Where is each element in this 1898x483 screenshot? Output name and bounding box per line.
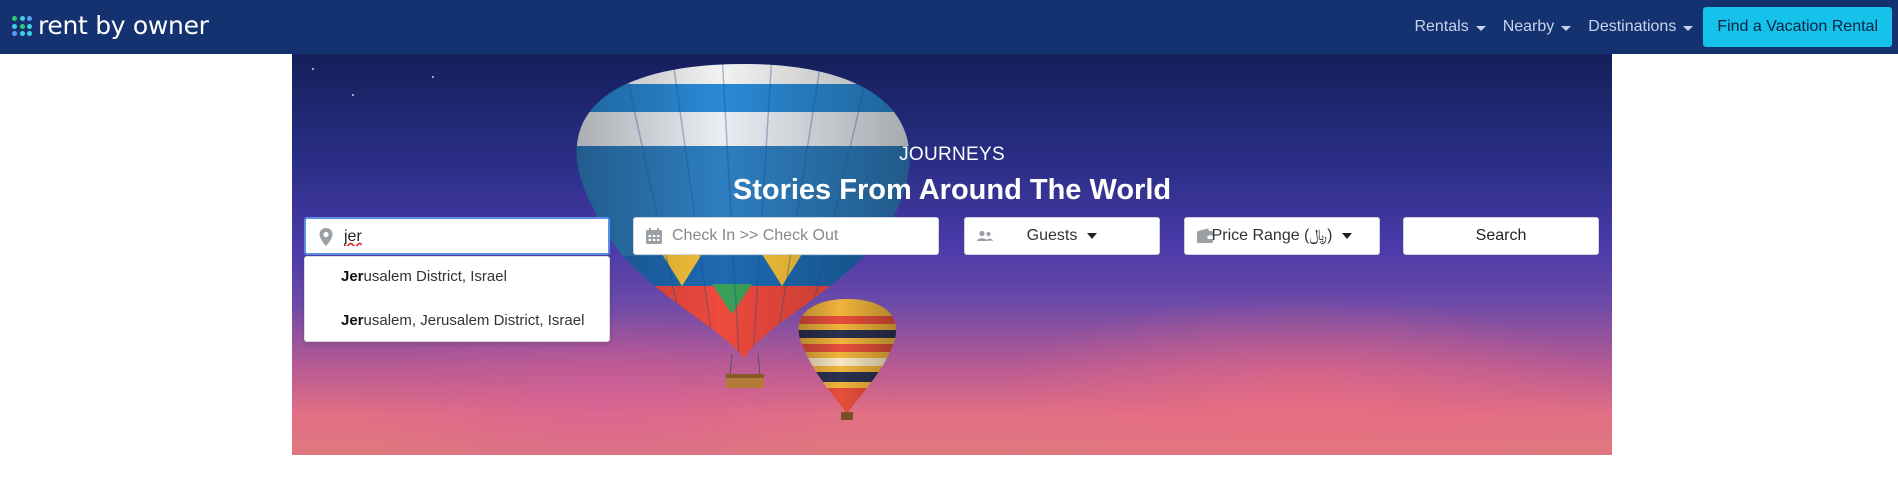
nav-item-rentals[interactable]: Rentals	[1414, 18, 1486, 36]
location-suggestions: Jerusalem District, Israel Jerusalem, Je…	[304, 256, 610, 342]
brand-name: rent by owner	[38, 11, 209, 40]
guests-label: Guests	[1026, 227, 1078, 244]
nav-item-nearby[interactable]: Nearby	[1503, 18, 1572, 36]
location-input[interactable]	[344, 225, 594, 249]
hero-banner: JOURNEYS Stories From Around The World j…	[292, 54, 1612, 455]
map-pin-icon	[319, 228, 333, 246]
hero-kicker: JOURNEYS	[899, 144, 1005, 165]
nav-links: Rentals Nearby Destinations Find a Vacat…	[1397, 0, 1898, 54]
suggestion-match: Jer	[341, 268, 364, 285]
suggestion-item[interactable]: Jerusalem District, Israel	[341, 268, 507, 285]
search-button[interactable]: Search	[1403, 217, 1599, 255]
price-range-select[interactable]: Price Range (﷼)	[1184, 217, 1380, 255]
dates-input[interactable]	[672, 224, 932, 248]
nav-item-label: Nearby	[1502, 18, 1555, 35]
nav-item-destinations[interactable]: Destinations	[1588, 18, 1694, 36]
guests-label-wrap: Guests	[965, 227, 1159, 245]
guests-select[interactable]: Guests	[964, 217, 1160, 255]
find-vacation-rental-button[interactable]: Find a Vacation Rental	[1703, 7, 1892, 47]
dates-field[interactable]	[633, 217, 939, 255]
top-navbar: rent by owner Rentals Nearby Destination…	[0, 0, 1898, 54]
caret-down-icon	[1342, 233, 1353, 239]
logo-dots-icon	[12, 16, 32, 36]
nav-item-label: Destinations	[1588, 18, 1677, 35]
caret-down-icon	[1087, 233, 1098, 239]
price-label: Price Range (﷼)	[1211, 227, 1333, 244]
location-field[interactable]	[304, 217, 610, 255]
suggestion-match: Jer	[341, 312, 364, 329]
price-label-wrap: Price Range (﷼)	[1185, 227, 1379, 245]
chevron-down-icon	[1683, 25, 1694, 31]
chevron-down-icon	[1475, 25, 1486, 31]
suggestion-item[interactable]: Jerusalem, Jerusalem District, Israel	[341, 312, 584, 329]
calendar-icon	[646, 228, 662, 244]
chevron-down-icon	[1561, 25, 1572, 31]
suggestion-rest: usalem District, Israel	[363, 268, 507, 285]
hero-headline: Stories From Around The World	[732, 174, 1172, 206]
nav-item-label: Rentals	[1414, 18, 1469, 35]
brand-logo[interactable]: rent by owner	[12, 12, 209, 40]
suggestion-rest: usalem, Jerusalem District, Israel	[363, 312, 585, 329]
